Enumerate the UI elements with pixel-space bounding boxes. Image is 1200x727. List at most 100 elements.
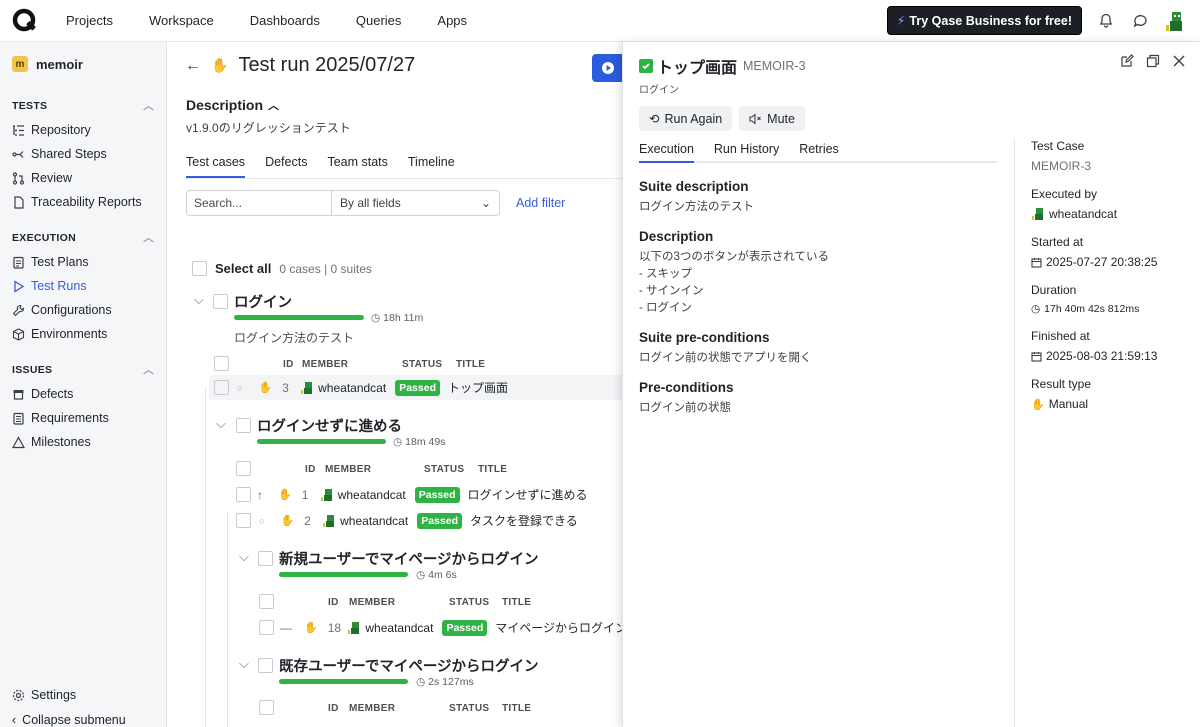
case-title: タスクを登録できる bbox=[469, 514, 578, 528]
sidebar-item-milestones[interactable]: Milestones bbox=[0, 430, 166, 454]
nav-workspace[interactable]: Workspace bbox=[131, 13, 232, 28]
qase-logo-icon[interactable] bbox=[12, 8, 38, 34]
tests-section-header[interactable]: TESTS ︿ bbox=[0, 82, 166, 118]
suite-preconditions-section: Suite pre-conditions ログイン前の状態でアプリを開く bbox=[639, 330, 999, 367]
field-filter-value: By all fields bbox=[340, 196, 401, 210]
tree-line bbox=[205, 387, 206, 727]
add-filter-link[interactable]: Add filter bbox=[516, 196, 565, 210]
sidebar-item-review[interactable]: Review bbox=[0, 166, 166, 190]
sidebar-item-label: Review bbox=[31, 171, 72, 185]
tab-execution[interactable]: Execution bbox=[639, 142, 694, 163]
tab-retries[interactable]: Retries bbox=[799, 142, 839, 161]
meta-key: Duration bbox=[1031, 283, 1077, 297]
chevron-down-icon[interactable]: ⌵ bbox=[239, 656, 249, 672]
nav-dashboards[interactable]: Dashboards bbox=[232, 13, 338, 28]
tab-timeline[interactable]: Timeline bbox=[408, 155, 455, 178]
table-select-checkbox[interactable] bbox=[236, 461, 251, 476]
section-text: 以下の3つのボタンが表示されている bbox=[639, 251, 830, 263]
sidebar-item-configurations[interactable]: Configurations bbox=[0, 298, 166, 322]
table-row[interactable]: — ✋ 18 wheatandcat Passed マイページからログイン bbox=[254, 615, 627, 640]
sidebar-item-defects[interactable]: Defects bbox=[0, 382, 166, 406]
field-filter-select[interactable]: By all fields ⌄ bbox=[332, 190, 500, 216]
nav-queries[interactable]: Queries bbox=[338, 13, 420, 28]
tab-team-stats[interactable]: Team stats bbox=[327, 155, 387, 178]
case-id: 3 bbox=[282, 380, 289, 395]
meta-value[interactable]: MEMOIR-3 bbox=[1031, 159, 1191, 173]
meta-value: 2025-08-03 21:59:13 bbox=[1046, 349, 1158, 363]
sidebar-item-shared-steps[interactable]: Shared Steps bbox=[0, 142, 166, 166]
chevron-down-icon[interactable]: ⌵ bbox=[239, 549, 249, 565]
edit-icon[interactable] bbox=[1120, 54, 1134, 68]
close-icon[interactable] bbox=[1172, 54, 1186, 68]
suite-checkbox[interactable] bbox=[258, 551, 273, 566]
row-checkbox[interactable] bbox=[236, 487, 251, 502]
result-metadata: Test Case MEMOIR-3 Executed by wheatandc… bbox=[1031, 139, 1191, 425]
case-title: ログインせずに進める bbox=[467, 488, 588, 502]
row-checkbox[interactable] bbox=[214, 380, 229, 395]
suite-duration-text: 2s 127ms bbox=[428, 676, 474, 688]
panel-title: トップ画面 bbox=[657, 60, 738, 77]
status-badge: Passed bbox=[395, 379, 440, 396]
meta-result-type: Result type ✋ Manual bbox=[1031, 377, 1191, 411]
tab-defects[interactable]: Defects bbox=[265, 155, 307, 178]
issues-section-header[interactable]: ISSUES ︿ bbox=[0, 346, 166, 382]
suite-progress-bar bbox=[257, 439, 386, 444]
chevron-down-icon[interactable]: ⌵ bbox=[216, 416, 226, 432]
status-badge: Passed bbox=[417, 512, 462, 529]
suite-title: 既存ユーザーでマイページからログイン bbox=[279, 659, 539, 675]
sidebar-item-environments[interactable]: Environments bbox=[0, 322, 166, 346]
try-business-button[interactable]: ⚡ Try Qase Business for free! bbox=[886, 6, 1082, 35]
tab-test-cases[interactable]: Test cases bbox=[186, 155, 246, 178]
table-row[interactable]: ○ ✋ 2 wheatandcat Passed タスクを登録できる bbox=[231, 508, 627, 533]
collapse-submenu-button[interactable]: ‹ Collapse submenu bbox=[0, 707, 166, 727]
search-input[interactable] bbox=[186, 190, 332, 216]
open-new-window-icon[interactable] bbox=[1146, 54, 1160, 68]
status-badge: Passed bbox=[442, 619, 488, 636]
chat-icon[interactable] bbox=[1130, 11, 1150, 31]
table-row[interactable]: ○ ✋ 3 wheatandcat Passed トップ画面 bbox=[209, 375, 627, 400]
suite-checkbox[interactable] bbox=[236, 418, 251, 433]
suite-checkbox[interactable] bbox=[258, 658, 273, 673]
sidebar-item-test-plans[interactable]: Test Plans bbox=[0, 250, 166, 274]
bell-icon[interactable] bbox=[1096, 11, 1116, 31]
meta-value-row: ◷ 17h 40m 42s 812ms bbox=[1031, 303, 1191, 315]
tab-run-history[interactable]: Run History bbox=[714, 142, 779, 161]
hand-icon: ✋ bbox=[304, 622, 318, 634]
suite-duration-text: 18h 11m bbox=[383, 312, 424, 324]
table-select-checkbox[interactable] bbox=[259, 700, 274, 715]
nav-projects[interactable]: Projects bbox=[48, 13, 131, 28]
chevron-down-icon[interactable]: ⌵ bbox=[194, 292, 204, 308]
execution-section-header[interactable]: EXECUTION ︿ bbox=[0, 214, 166, 250]
panel-breadcrumb[interactable]: ログイン bbox=[639, 81, 679, 96]
row-checkbox[interactable] bbox=[259, 620, 274, 635]
description-toggle[interactable]: Description ︿ bbox=[186, 97, 279, 113]
nav-apps[interactable]: Apps bbox=[419, 13, 485, 28]
sidebar-item-traceability-reports[interactable]: Traceability Reports bbox=[0, 190, 166, 214]
table-select-checkbox[interactable] bbox=[259, 594, 274, 609]
section-heading: Pre-conditions bbox=[639, 380, 734, 395]
mute-button[interactable]: Mute bbox=[739, 106, 805, 131]
suite-checkbox[interactable] bbox=[213, 294, 228, 309]
run-again-button[interactable]: ⟲ Run Again bbox=[639, 106, 733, 131]
select-all-checkbox[interactable] bbox=[192, 261, 207, 276]
project-switcher[interactable]: m memoir bbox=[0, 42, 166, 82]
panel-case-code: MEMOIR-3 bbox=[743, 59, 806, 73]
column-title: TITLE bbox=[456, 359, 486, 370]
meta-key: Test Case bbox=[1031, 139, 1085, 153]
meta-value-row: 2025-07-27 20:38:25 bbox=[1031, 255, 1191, 269]
user-avatar[interactable] bbox=[1164, 9, 1186, 33]
try-business-label: Try Qase Business for free! bbox=[909, 13, 1072, 28]
test-result-panel: トップ画面 MEMOIR-3 ログイン ⟲ Run Again Mute Exe… bbox=[622, 42, 1200, 727]
status-circle-icon: ○ bbox=[237, 382, 243, 393]
top-navigation: Projects Workspace Dashboards Queries Ap… bbox=[0, 0, 1200, 42]
sidebar-item-settings[interactable]: Settings bbox=[0, 683, 166, 707]
sidebar-item-requirements[interactable]: Requirements bbox=[0, 406, 166, 430]
sidebar-item-test-runs[interactable]: Test Runs bbox=[0, 274, 166, 298]
sidebar-item-label: Requirements bbox=[31, 411, 109, 425]
column-member: MEMBER bbox=[349, 703, 396, 714]
row-checkbox[interactable] bbox=[236, 513, 251, 528]
sidebar-item-repository[interactable]: Repository bbox=[0, 118, 166, 142]
back-arrow-icon[interactable]: ← bbox=[185, 57, 201, 75]
table-row[interactable]: ↑ ✋ 1 wheatandcat Passed ログインせずに進める bbox=[231, 482, 627, 507]
table-select-checkbox[interactable] bbox=[214, 356, 229, 371]
